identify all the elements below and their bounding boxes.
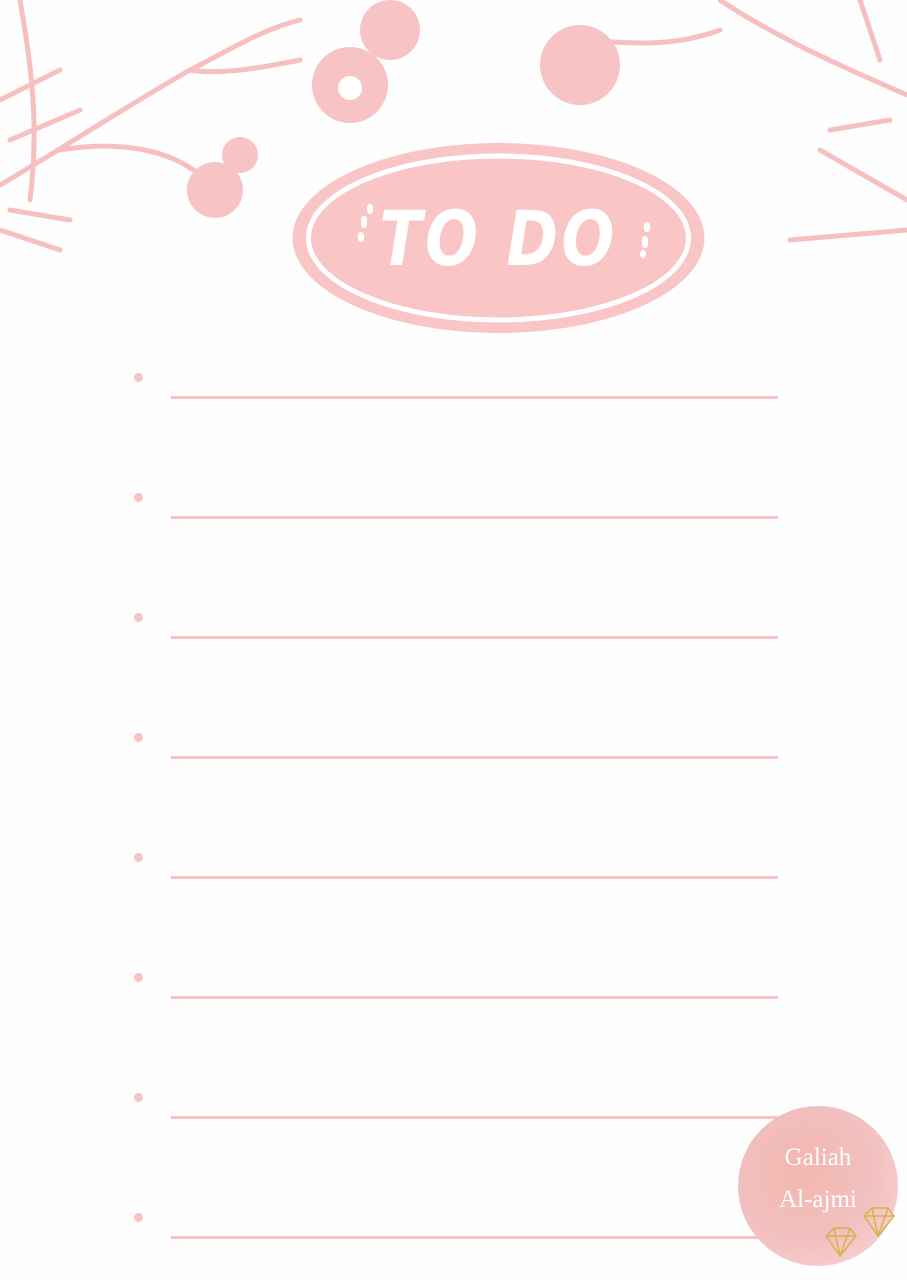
todo-title-badge: TO DO [292,142,705,334]
bullet-icon [134,1213,143,1222]
bullet-icon [134,853,143,862]
diamond-icon [825,1207,895,1258]
todo-item[interactable] [0,728,907,768]
todo-item[interactable] [0,968,907,1008]
writing-line[interactable] [171,1116,778,1119]
watermark-line1: Galiah [784,1144,852,1171]
todo-item[interactable] [0,368,907,408]
writing-line[interactable] [171,1236,778,1239]
bullet-icon [134,1093,143,1102]
watermark-logo: Galiah Al-ajmi [738,1106,898,1266]
bullet-icon [134,613,143,622]
writing-line[interactable] [171,516,778,519]
todo-item[interactable] [0,848,907,888]
bullet-icon [134,493,143,502]
writing-line[interactable] [171,756,778,759]
bullet-icon [134,973,143,982]
writing-line[interactable] [171,636,778,639]
todo-item[interactable] [0,608,907,648]
todo-item[interactable] [0,488,907,528]
writing-line[interactable] [171,996,778,999]
writing-line[interactable] [171,876,778,879]
bullet-icon [134,733,143,742]
writing-line[interactable] [171,396,778,399]
page-title: TO DO [379,193,618,283]
bullet-icon [134,373,143,382]
